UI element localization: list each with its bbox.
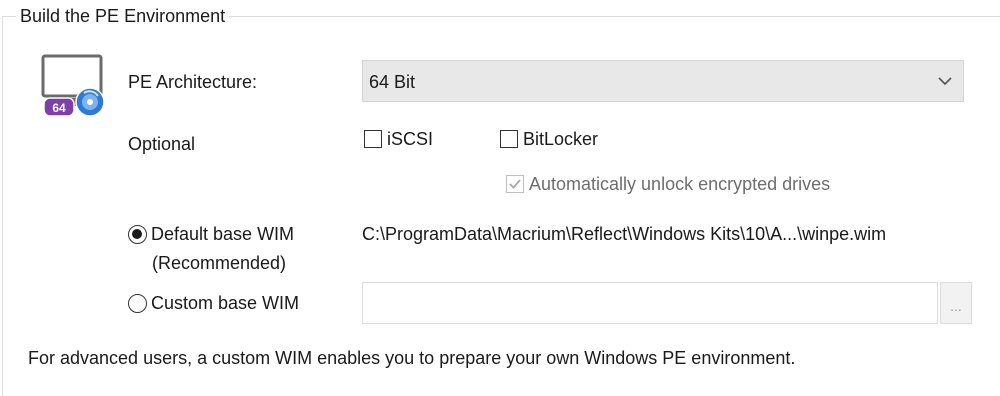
custom-wim-radio[interactable] [128,293,147,313]
pe-architecture-label: PE Architecture: [128,72,258,92]
iscsi-label: iSCSI [387,129,434,149]
default-wim-radio[interactable] [128,224,147,244]
pe-architecture-select[interactable]: 64 Bit [362,60,964,102]
optional-label: Optional [128,134,196,154]
default-wim-label: Default base WIM [151,224,295,244]
auto-unlock-label: Automatically unlock encrypted drives [529,174,831,194]
custom-wim-radio-row[interactable]: Custom base WIM [128,291,299,315]
iscsi-checkbox[interactable] [364,130,382,148]
default-wim-sublabel: (Recommended) [152,253,287,273]
browse-button[interactable]: ... [940,282,972,324]
default-wim-path: C:\ProgramData\Macrium\Reflect\Windows K… [362,224,887,244]
checkmark-icon [509,179,521,189]
custom-wim-path-input[interactable] [362,282,938,324]
chevron-down-icon [937,73,953,89]
default-wim-radio-row[interactable]: Default base WIM [128,222,294,246]
bitlocker-checkbox-row[interactable]: BitLocker [500,127,598,151]
bitlocker-checkbox[interactable] [500,130,518,148]
pe-architecture-value: 64 Bit [369,72,416,92]
custom-wim-label: Custom base WIM [151,293,300,313]
iscsi-checkbox-row[interactable]: iSCSI [364,127,433,151]
auto-unlock-checkbox-row[interactable]: Automatically unlock encrypted drives [506,172,830,196]
group-title: Build the PE Environment [16,4,230,28]
monitor-disc-icon: 64 [40,54,112,120]
footer-help-text: For advanced users, a custom WIM enables… [28,348,796,368]
bitlocker-label: BitLocker [523,129,599,149]
badge-text: 64 [52,101,66,115]
auto-unlock-checkbox[interactable] [506,175,524,193]
